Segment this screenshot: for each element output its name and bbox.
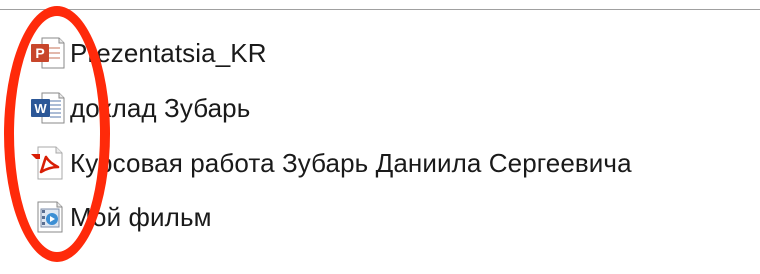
file-name: доклад Зубарь: [70, 92, 251, 123]
word-icon: W: [28, 90, 68, 126]
window-top-border: [0, 0, 760, 10]
powerpoint-icon: P: [28, 35, 68, 71]
file-name: Prezentatsia_KR: [70, 37, 267, 68]
file-name: Курсовая работа Зубарь Даниила Сергеевич…: [70, 147, 632, 178]
svg-text:P: P: [35, 45, 44, 61]
file-item-pdf[interactable]: Курсовая работа Зубарь Даниила Сергеевич…: [28, 143, 748, 183]
file-item-powerpoint[interactable]: P Prezentatsia_KR: [28, 33, 748, 73]
file-name: Мой фильм: [70, 201, 212, 232]
pdf-icon: [28, 145, 68, 181]
svg-text:W: W: [34, 101, 47, 116]
file-item-word[interactable]: W доклад Зубарь: [28, 88, 748, 128]
video-icon: [28, 199, 68, 235]
file-item-video[interactable]: Мой фильм: [28, 197, 748, 237]
